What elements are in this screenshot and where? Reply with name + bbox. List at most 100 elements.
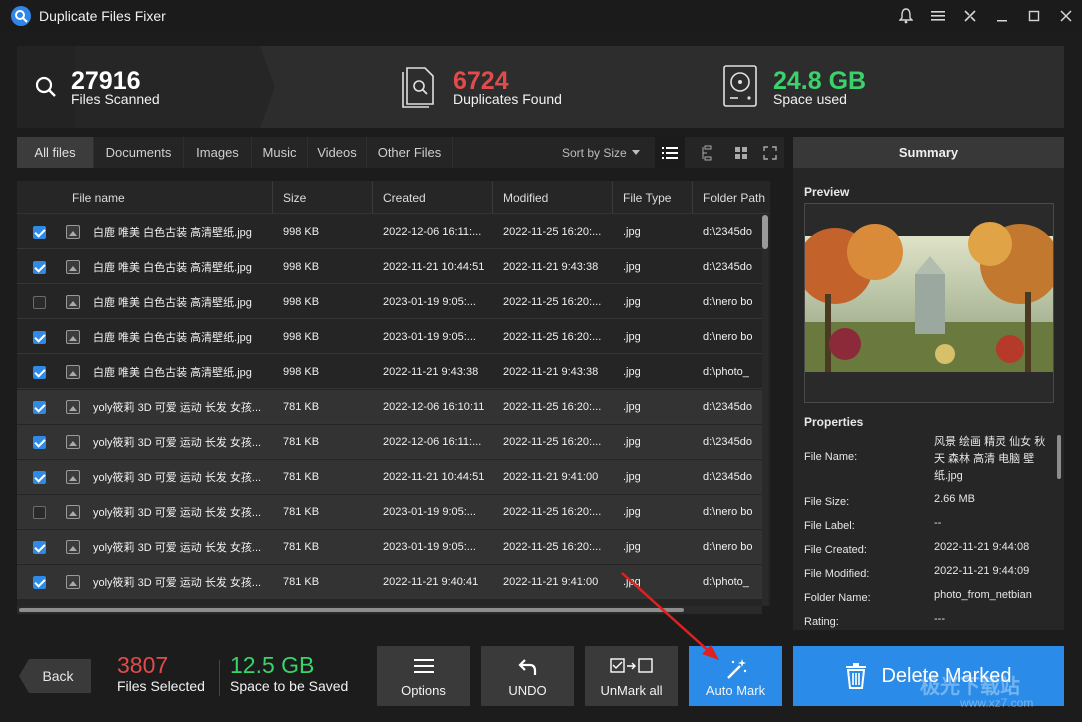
table-row[interactable]: 白鹿 唯美 白色古装 高清壁纸.jpg 998 KB 2023-01-19 9:05… xyxy=(17,285,762,319)
image-file-icon xyxy=(66,365,80,379)
table-row[interactable]: 白鹿 唯美 白色古装 高清壁纸.jpg 998 KB 2022-11-21 9:43… xyxy=(17,355,762,389)
table-row[interactable]: yoly筱莉 3D 可爱 运动 长发 女孩... 781 KB 2023-01-19… xyxy=(17,495,762,529)
cell-folder-path: d:\2345do xyxy=(703,401,752,413)
list-view-icon[interactable] xyxy=(655,137,685,168)
cell-file-type: .jpg xyxy=(623,541,641,553)
row-checkbox[interactable] xyxy=(33,296,46,309)
row-checkbox[interactable] xyxy=(33,261,46,274)
cell-created: 2022-11-21 9:43:38 xyxy=(383,366,479,378)
undo-button[interactable]: UNDO xyxy=(481,646,574,706)
row-checkbox[interactable] xyxy=(33,436,46,449)
cell-modified: 2022-11-21 9:41:00 xyxy=(503,471,599,483)
cell-folder-path: d:\nero bo xyxy=(703,506,753,518)
property-label: File Size: xyxy=(804,496,850,508)
cell-modified: 2022-11-25 16:20:... xyxy=(503,226,602,238)
table-row[interactable]: yoly筱莉 3D 可爱 运动 长发 女孩... 781 KB 2022-12-06… xyxy=(17,425,762,459)
maximize-icon[interactable] xyxy=(1018,0,1050,32)
chevron-down-icon xyxy=(631,150,640,155)
cell-created: 2022-12-06 16:11:... xyxy=(383,226,482,238)
table-horizontal-scrollbar[interactable] xyxy=(17,606,762,614)
image-file-icon xyxy=(66,575,80,589)
row-checkbox[interactable] xyxy=(33,401,46,414)
options-label: Options xyxy=(401,683,446,698)
table-row[interactable]: yoly筱莉 3D 可爱 运动 长发 女孩... 781 KB 2023-01-19… xyxy=(17,530,762,564)
hard-drive-icon xyxy=(722,64,758,113)
tab-music[interactable]: Music xyxy=(252,137,308,168)
table-row[interactable]: 白鹿 唯美 白色古装 高清壁纸.jpg 998 KB 2023-01-19 9:05… xyxy=(17,320,762,354)
close-icon[interactable] xyxy=(1050,0,1082,32)
column-file-type[interactable]: File Type xyxy=(612,181,692,214)
properties-scrollbar[interactable] xyxy=(1057,435,1061,479)
sort-label: Sort by Size xyxy=(562,145,627,160)
cell-created: 2023-01-19 9:05:... xyxy=(383,506,476,518)
cell-created: 2022-12-06 16:10:11 xyxy=(383,401,485,413)
tab-documents[interactable]: Documents xyxy=(94,137,184,168)
row-checkbox[interactable] xyxy=(33,226,46,239)
file-type-tabs: All files Documents Images Music Videos … xyxy=(17,137,784,168)
space-to-save-label: Space to be Saved xyxy=(230,678,349,694)
preview-image xyxy=(797,203,1060,403)
auto-mark-button[interactable]: Auto Mark xyxy=(689,646,782,706)
cell-file-name: 白鹿 唯美 白色古装 高清壁纸.jpg xyxy=(93,262,252,274)
row-checkbox[interactable] xyxy=(33,331,46,344)
cell-file-name: yoly筱莉 3D 可爱 运动 长发 女孩... xyxy=(93,507,262,519)
cell-created: 2022-11-21 10:44:51 xyxy=(383,261,485,273)
scroll-thumb[interactable] xyxy=(762,215,768,249)
cell-size: 998 KB xyxy=(283,296,320,308)
table-row[interactable]: 白鹿 唯美 白色古装 高清壁纸.jpg 998 KB 2022-11-21 10:4… xyxy=(17,250,762,284)
grid-view-icon[interactable] xyxy=(726,137,756,168)
cell-modified: 2022-11-25 16:20:... xyxy=(503,541,602,553)
row-checkbox[interactable] xyxy=(33,506,46,519)
column-folder-path[interactable]: Folder Path xyxy=(692,181,770,214)
unmark-all-button[interactable]: UnMark all xyxy=(585,646,678,706)
image-file-icon xyxy=(66,295,80,309)
cell-file-type: .jpg xyxy=(623,261,641,273)
document-search-icon xyxy=(401,64,437,113)
column-modified[interactable]: Modified xyxy=(492,181,612,214)
table-row[interactable]: yoly筱莉 3D 可爱 运动 长发 女孩... 781 KB 2022-12-06… xyxy=(17,390,762,424)
expand-icon[interactable] xyxy=(755,137,785,168)
options-button[interactable]: Options xyxy=(377,646,470,706)
cell-file-type: .jpg xyxy=(623,436,641,448)
back-button-label[interactable]: Back xyxy=(19,659,91,693)
cell-created: 2023-01-19 9:05:... xyxy=(383,296,476,308)
cell-created: 2022-11-21 10:44:51 xyxy=(383,471,485,483)
table-row[interactable]: 白鹿 唯美 白色古装 高清壁纸.jpg 998 KB 2022-12-06 16:1… xyxy=(17,215,762,249)
table-row[interactable]: yoly筱莉 3D 可爱 运动 长发 女孩... 781 KB 2022-11-21… xyxy=(17,460,762,494)
cell-file-name: 白鹿 唯美 白色古装 高清壁纸.jpg xyxy=(93,367,252,379)
cell-file-type: .jpg xyxy=(623,506,641,518)
minimize-icon[interactable] xyxy=(986,0,1018,32)
trash-icon xyxy=(846,663,867,689)
column-size[interactable]: Size xyxy=(272,181,372,214)
row-checkbox[interactable] xyxy=(33,471,46,484)
sort-dropdown[interactable]: Sort by Size xyxy=(562,137,640,168)
tab-images[interactable]: Images xyxy=(184,137,252,168)
summary-title: Summary xyxy=(793,137,1064,168)
watermark-url: www.xz7.com xyxy=(960,696,1034,710)
column-created[interactable]: Created xyxy=(372,181,492,214)
table-row[interactable]: yoly筱莉 3D 可爱 运动 长发 女孩... 781 KB 2022-11-21… xyxy=(17,565,762,599)
cell-file-type: .jpg xyxy=(623,296,641,308)
tab-all-files[interactable]: All files xyxy=(17,137,94,168)
property-label: File Created: xyxy=(804,544,867,556)
row-checkbox[interactable] xyxy=(33,576,46,589)
row-checkbox[interactable] xyxy=(33,541,46,554)
scroll-thumb[interactable] xyxy=(19,608,684,612)
cell-modified: 2022-11-25 16:20:... xyxy=(503,296,602,308)
cell-file-name: yoly筱莉 3D 可爱 运动 长发 女孩... xyxy=(93,437,262,449)
table-vertical-scrollbar[interactable] xyxy=(762,215,768,605)
space-used-label: Space used xyxy=(773,91,847,107)
column-file-name[interactable]: File name xyxy=(62,181,272,214)
tree-view-icon[interactable] xyxy=(692,137,722,168)
tab-other-files[interactable]: Other Files xyxy=(367,137,453,168)
tab-videos[interactable]: Videos xyxy=(308,137,367,168)
unmark-icon xyxy=(585,658,678,674)
cell-created: 2023-01-19 9:05:... xyxy=(383,331,476,343)
menu-icon xyxy=(377,658,470,674)
search-icon[interactable] xyxy=(17,46,75,128)
tools-icon[interactable] xyxy=(954,0,986,32)
menu-icon[interactable] xyxy=(922,0,954,32)
image-file-icon xyxy=(66,260,80,274)
row-checkbox[interactable] xyxy=(33,366,46,379)
notification-bell-icon[interactable] xyxy=(890,0,922,32)
